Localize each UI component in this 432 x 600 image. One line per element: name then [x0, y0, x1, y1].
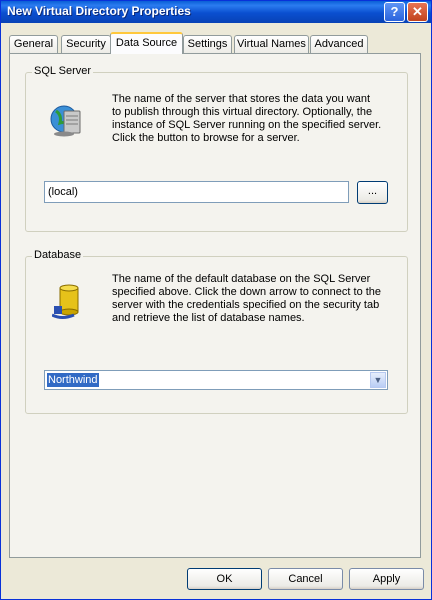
tab-data-source[interactable]: Data Source — [110, 32, 183, 54]
tab-page-data-source: SQL Server The name of the server that s… — [9, 53, 421, 558]
browse-server-button[interactable]: ... — [357, 181, 388, 204]
database-selected-value: Northwind — [47, 373, 99, 387]
cancel-button[interactable]: Cancel — [268, 568, 343, 590]
server-icon — [50, 105, 81, 137]
sql-server-group: SQL Server The name of the server that s… — [25, 65, 408, 232]
tab-general[interactable]: General — [9, 35, 58, 53]
help-button[interactable]: ? — [384, 2, 405, 22]
tab-virtual-names[interactable]: Virtual Names — [234, 35, 309, 53]
dropdown-arrow-icon[interactable]: ▼ — [370, 372, 386, 388]
tab-advanced[interactable]: Advanced — [310, 35, 368, 53]
sql-server-description: The name of the server that stores the d… — [112, 93, 382, 144]
tab-security[interactable]: Security — [61, 35, 111, 53]
database-description: The name of the default database on the … — [112, 273, 382, 324]
sql-server-group-label: SQL Server — [32, 65, 94, 77]
database-group-label: Database — [32, 249, 84, 261]
server-name-input[interactable]: (local) — [44, 181, 349, 203]
window-title: New Virtual Directory Properties — [7, 4, 191, 18]
database-icon — [52, 284, 79, 319]
database-select[interactable]: Northwind ▼ — [44, 370, 388, 390]
apply-button[interactable]: Apply — [349, 568, 424, 590]
database-group: Database The name of the default databas… — [25, 249, 408, 414]
tab-settings[interactable]: Settings — [183, 35, 232, 53]
close-button[interactable]: ✕ — [407, 2, 428, 22]
properties-dialog: New Virtual Directory Properties ? ✕ Gen… — [0, 0, 432, 600]
title-bar[interactable]: New Virtual Directory Properties ? ✕ — [1, 1, 431, 23]
ok-button[interactable]: OK — [187, 568, 262, 590]
